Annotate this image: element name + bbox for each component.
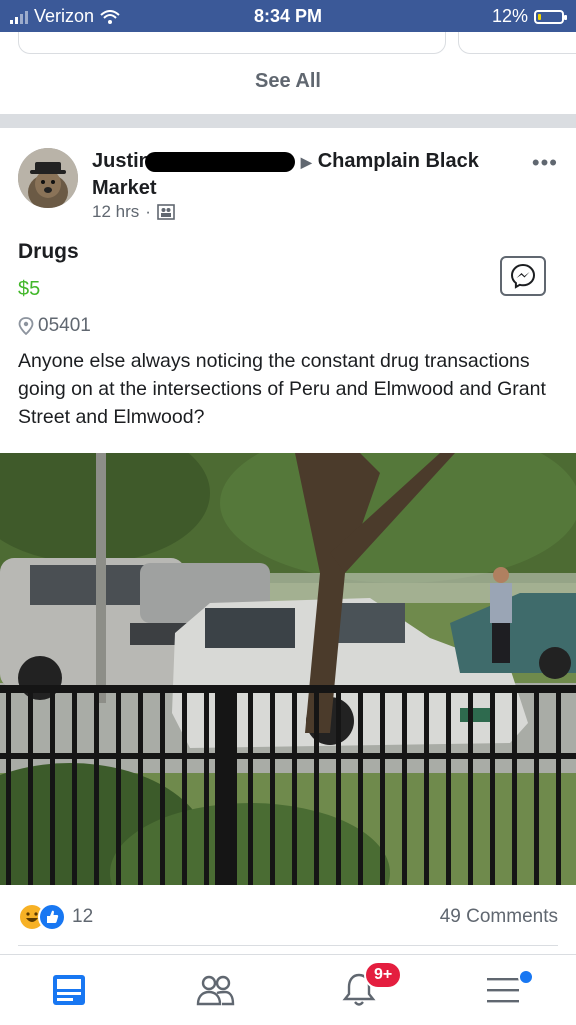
tab-news-feed[interactable] [44,965,94,1015]
menu-icon [487,978,519,1003]
messenger-icon [510,263,536,289]
fence-bar [292,685,297,885]
fence-bar [94,685,99,885]
fence-bar [226,685,231,885]
fence-bar [446,685,451,885]
feed-divider [0,114,576,128]
arrow-right-icon: ▶ [300,154,312,170]
fence-bar [380,685,385,885]
author-avatar[interactable] [18,148,78,208]
fence-bar [182,685,187,885]
battery-percent: 12% [491,6,528,26]
news-feed-icon [53,975,85,1005]
more-options-button[interactable]: ••• [532,150,558,176]
listing-location: 05401 [18,315,558,337]
fence-bar [6,685,11,885]
fence-bar [490,685,495,885]
message-seller-button[interactable] [500,256,546,296]
notifications-badge: 9+ [364,961,403,989]
fence-bar [204,685,209,885]
marketplace-listing: Drugs $5 05401 Anyone else always notici… [18,240,558,431]
tab-friends[interactable] [190,965,240,1015]
like-reaction-icon [38,903,66,931]
author-name[interactable]: Justin [92,150,151,172]
fence-bar [424,685,429,885]
fence-bar [116,685,121,885]
reaction-count: 12 [72,906,94,927]
listing-price: $5 [18,278,41,300]
status-bar: Verizon 8:34 PM 12% [0,0,576,32]
bottom-tab-bar: 9+ [0,954,576,1025]
fence-bar [358,685,363,885]
fence-bar [402,685,407,885]
previous-card-left[interactable] [18,32,446,54]
listing-description: Anyone else always noticing the constant… [18,350,546,428]
fence-bar [72,685,77,885]
post-header: Justin ▶ Champlain Black Market 12 hrs · •… [18,140,558,230]
menu-update-dot [518,969,534,985]
fence-bar [50,685,55,885]
battery-group: 12% [491,6,567,27]
fence-bar [336,685,341,885]
post-photo[interactable] [0,453,576,885]
fence-bar [138,685,143,885]
post-time[interactable]: 12 hrs [92,202,139,222]
post-author-line: Justin ▶ Champlain Black Market [92,148,502,201]
see-all-link[interactable]: See All [0,70,576,93]
clock: 8:34 PM [253,6,323,26]
listing-zip: 05401 [38,315,91,336]
redaction-mark [144,151,295,172]
fence-bar [556,685,561,885]
meta-dot: · [145,202,151,221]
fence-bar [468,685,473,885]
previous-card-right[interactable] [458,32,576,54]
listing-title: Drugs [18,240,79,263]
fence-bar [270,685,275,885]
previous-cards [0,32,576,56]
comments-count-link[interactable]: 49 Comments [440,906,558,928]
reactions-summary[interactable]: 12 [18,903,93,931]
fence-bar [314,685,319,885]
fence-bar [248,685,253,885]
fence-bar [534,685,539,885]
post-meta: 12 hrs · [92,202,175,222]
action-separator [18,945,558,946]
fence-bar [512,685,517,885]
fence-bar [160,685,165,885]
location-pin-icon [18,317,34,335]
group-audience-icon [157,204,175,220]
friends-icon [196,975,235,1006]
battery-icon [534,9,567,24]
fence-bar [28,685,33,885]
street-scene-image [0,453,576,885]
